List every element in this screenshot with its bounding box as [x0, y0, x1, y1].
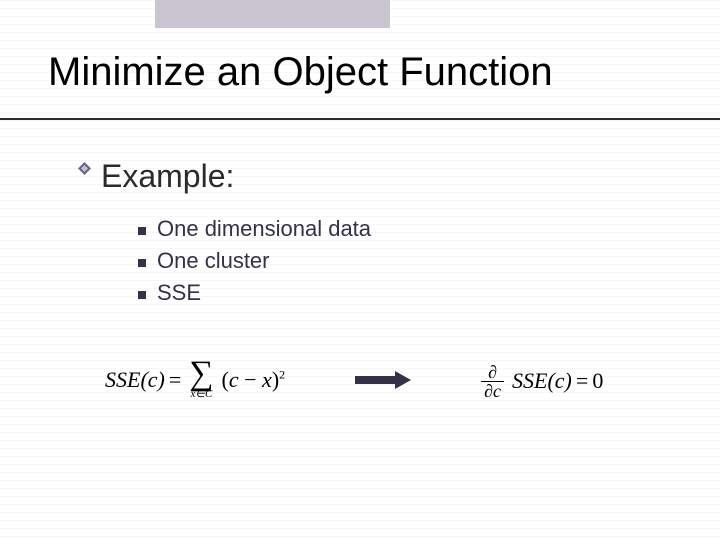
diamond-bullet-icon [78, 162, 91, 175]
zero: 0 [592, 368, 603, 394]
bullet-level1: Example: [78, 158, 234, 195]
bullet-level1-text: Example: [101, 158, 234, 195]
square-bullet-icon [138, 259, 146, 267]
squared-term: (c − x)2 [222, 367, 286, 393]
formula-row: SSE(c) = ∑ x∈C (c − x)2 ∂ ∂c SSE(c) = [105, 360, 680, 400]
formula-left: SSE(c) = ∑ x∈C (c − x)2 [105, 360, 285, 400]
exponent: 2 [279, 368, 285, 382]
header-accent-bar [155, 0, 390, 28]
list-item: SSE [138, 280, 371, 306]
summation-index: x∈C [191, 389, 213, 400]
square-bullet-icon [138, 227, 146, 235]
sse-lhs: SSE(c) [105, 367, 165, 393]
open-paren: ( [222, 367, 229, 392]
list-item: One dimensional data [138, 216, 371, 242]
list-item-label: One cluster [157, 248, 270, 274]
title-underline [0, 118, 720, 120]
sublist: One dimensional data One cluster SSE [138, 216, 371, 312]
formula-right: ∂ ∂c SSE(c) = 0 [481, 363, 603, 400]
sse-func: SSE(c) [512, 368, 572, 394]
list-item-label: SSE [157, 280, 201, 306]
equals-sign: = [576, 368, 588, 394]
sigma-icon: ∑ [189, 360, 213, 387]
list-item: One cluster [138, 248, 371, 274]
summation: ∑ x∈C [189, 360, 213, 400]
list-item-label: One dimensional data [157, 216, 371, 242]
square-bullet-icon [138, 291, 146, 299]
arrow-icon [355, 371, 411, 389]
var-c: c [229, 367, 239, 392]
partial-denominator: ∂c [481, 382, 504, 400]
minus-sign: − [239, 367, 262, 392]
equals-sign: = [169, 367, 181, 393]
var-x: x [262, 367, 272, 392]
partial-derivative: ∂ ∂c [481, 363, 504, 400]
slide: Minimize an Object Function Example: One… [0, 0, 720, 540]
slide-title: Minimize an Object Function [48, 50, 553, 95]
partial-numerator: ∂ [485, 363, 500, 381]
